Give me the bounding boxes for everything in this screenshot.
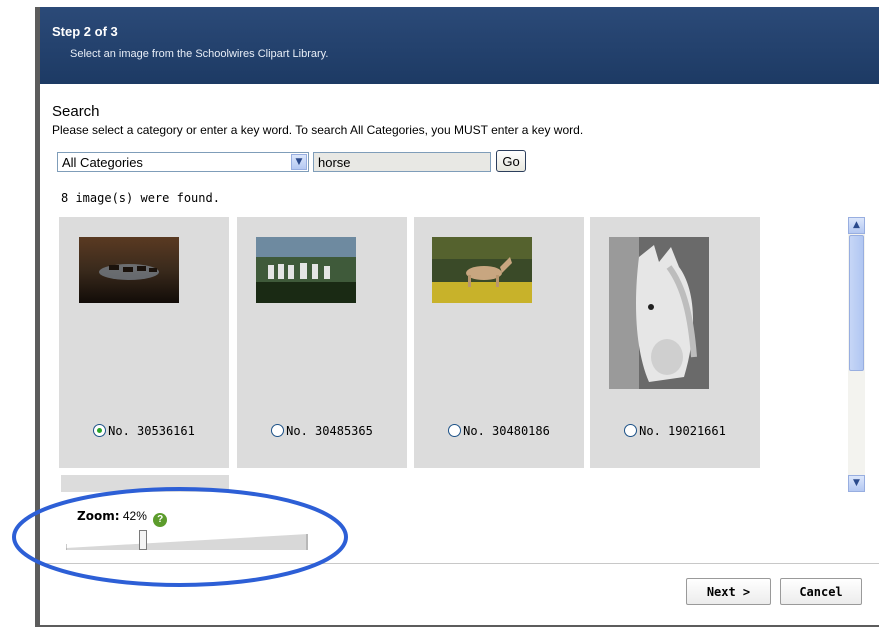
next-button[interactable]: Next > [686,578,771,605]
results-count: 8 image(s) were found. [61,191,220,205]
search-instructions: Please select a category or enter a key … [52,123,584,137]
image-card[interactable]: No. 30536161 [59,217,229,468]
image-card[interactable]: No. 30480186 [414,217,584,468]
image-card[interactable]: No. 30485365 [237,217,407,468]
image-number: No. 30485365 [286,424,373,438]
image-number: No. 30480186 [463,424,550,438]
image-number: No. 30536161 [108,424,195,438]
step-indicator: Step 2 of 3 [52,24,118,39]
radio-button-selected[interactable] [93,424,107,437]
search-heading: Search [52,103,100,120]
chevron-up-icon[interactable]: ▲ [848,217,865,234]
dialog-header: Step 2 of 3 Select an image from the Sch… [40,7,879,84]
horse-thumbnail[interactable] [256,237,356,303]
image-option[interactable]: No. 30480186 [414,424,584,438]
go-button[interactable]: Go [496,150,526,172]
horse-thumbnail[interactable] [432,237,532,303]
image-card[interactable]: No. 19021661 [590,217,760,468]
scrollbar-thumb[interactable] [849,235,864,371]
help-icon[interactable]: ? [153,513,168,527]
category-select-value: All Categories [62,155,143,170]
cancel-button[interactable]: Cancel [780,578,862,605]
image-option[interactable]: No. 30536161 [59,424,229,438]
category-select[interactable]: All Categories ▼ [57,152,309,172]
image-option[interactable]: No. 19021661 [590,424,760,438]
radio-button[interactable] [271,424,285,437]
horse-thumbnail[interactable] [609,237,709,389]
radio-button[interactable] [448,424,462,437]
horse-thumbnail[interactable] [79,237,179,303]
radio-button[interactable] [624,424,638,437]
zoom-slider[interactable] [66,530,308,552]
image-card-partial [61,475,229,492]
footer-divider [40,563,879,564]
keyword-input[interactable] [313,152,491,172]
window-left-border [35,7,40,627]
image-gallery: No. 30536161 No. 30485365 No. 30480186 N… [59,217,849,492]
zoom-slider-handle[interactable] [139,530,147,550]
gallery-scrollbar[interactable]: ▲ ▼ [848,217,865,492]
image-number: No. 19021661 [639,424,726,438]
zoom-label: Zoom: [77,509,120,523]
image-option[interactable]: No. 30485365 [237,424,407,438]
chevron-down-icon[interactable]: ▼ [848,475,865,492]
step-subtitle: Select an image from the Schoolwires Cli… [70,48,329,60]
chevron-down-icon[interactable]: ▼ [291,154,307,170]
zoom-value: 42% [122,509,147,523]
zoom-slider-track[interactable] [66,534,308,550]
zoom-control: Zoom: 42% ? [77,509,168,527]
